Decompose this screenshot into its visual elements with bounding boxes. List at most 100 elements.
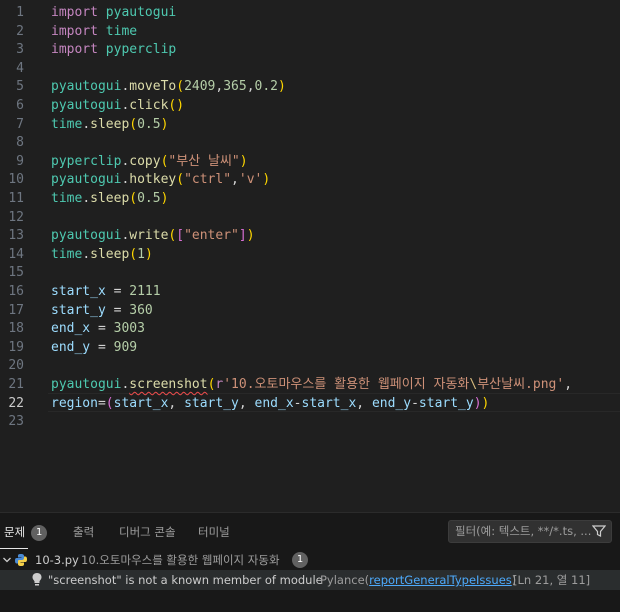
code-token: start_x <box>51 284 106 299</box>
problem-file-count-badge: 1 <box>292 552 308 568</box>
code-line[interactable]: 11 time.sleep(0.5) <box>0 190 620 209</box>
tab-output[interactable]: 출력 <box>73 524 94 540</box>
line-number: 1 <box>16 5 24 20</box>
code-token: [ <box>176 228 185 244</box>
problem-item-row[interactable]: "screenshot" is not a known member of mo… <box>0 570 620 590</box>
code-token: ( <box>129 246 138 262</box>
code-token: - <box>293 395 302 411</box>
code-text[interactable]: pyautogui.write(["enter"]) <box>51 227 255 246</box>
code-token: pyperclip <box>51 153 122 169</box>
problems-filter-input[interactable]: 필터(예: 텍스트, **/*.ts, ... <box>448 520 612 543</box>
code-token: 2409 <box>184 79 216 95</box>
code-line[interactable]: 14 time.sleep(1) <box>0 246 620 265</box>
problems-panel: 문제 1 출력 디버그 콘솔 터미널 필터(예: 텍스트, **/*.ts, ..… <box>0 512 620 612</box>
line-number: 6 <box>16 98 24 113</box>
code-token: end_x <box>254 395 294 411</box>
code-line[interactable]: 19 end_y = 909 <box>0 339 620 358</box>
code-text[interactable]: time.sleep(0.5) <box>51 116 168 135</box>
code-token: . <box>82 246 91 262</box>
code-line[interactable]: 4 <box>0 60 620 79</box>
code-text[interactable]: pyautogui.click() <box>51 97 184 116</box>
code-line[interactable]: 9 pyperclip.copy("부산 날씨") <box>0 153 620 172</box>
code-token: . <box>82 116 91 132</box>
code-line[interactable]: 18 end_x = 3003 <box>0 320 620 339</box>
code-token: 0.5 <box>137 191 161 206</box>
code-text[interactable]: import time <box>51 23 137 42</box>
line-number: 22 <box>8 395 24 411</box>
code-token: - <box>411 395 419 411</box>
code-text[interactable]: start_y = 360 <box>51 302 153 321</box>
code-line[interactable]: 2 import time <box>0 23 620 42</box>
line-number: 7 <box>16 116 24 132</box>
code-text[interactable]: import pyautogui <box>51 4 176 23</box>
code-text[interactable]: pyperclip.copy("부산 날씨") <box>51 153 248 172</box>
code-text[interactable]: pyautogui.moveTo(2409,365,0.2) <box>51 78 286 97</box>
filter-placeholder: 필터(예: 텍스트, **/*.ts, ... <box>455 524 592 538</box>
code-line[interactable]: 8 <box>0 134 620 153</box>
problem-file-row[interactable]: 10-3.py 10.오토마우스를 활용한 웹페이지 자동화 1 <box>0 550 620 570</box>
code-token: , <box>246 79 255 95</box>
code-token: = <box>90 339 114 355</box>
code-text[interactable]: time.sleep(0.5) <box>51 190 168 209</box>
code-token: import <box>51 42 98 58</box>
code-token: , <box>238 395 255 411</box>
code-line[interactable]: 21 pyautogui.screenshot(r'10.오토마우스를 활용한 웹… <box>0 376 620 395</box>
code-line[interactable]: 13 pyautogui.write(["enter"]) <box>0 227 620 246</box>
code-text[interactable]: pyautogui.screenshot(r'10.오토마우스를 활용한 웹페이… <box>51 376 572 395</box>
lightbulb-icon[interactable] <box>31 572 43 594</box>
code-token: ( <box>129 116 138 132</box>
line-number: 10 <box>8 172 24 188</box>
code-token: "부산 날씨" <box>168 153 240 169</box>
line-number: 19 <box>8 339 24 355</box>
code-text[interactable]: end_x = 3003 <box>51 320 145 339</box>
code-token: 'v' <box>238 172 263 188</box>
code-line[interactable]: 22 region=(start_x, start_y, end_x-start_… <box>0 395 620 414</box>
code-token: 365 <box>223 79 247 95</box>
code-text[interactable]: start_x = 2111 <box>51 283 161 302</box>
code-token: "ctrl" <box>184 172 232 188</box>
code-line[interactable]: 16 start_x = 2111 <box>0 283 620 302</box>
line-number: 17 <box>8 302 24 318</box>
tab-problems-label: 문제 <box>4 525 26 539</box>
code-token: , <box>168 395 185 411</box>
code-line[interactable]: 5 pyautogui.moveTo(2409,365,0.2) <box>0 78 620 97</box>
tab-terminal[interactable]: 터미널 <box>198 524 230 540</box>
code-token: end_y <box>51 339 91 355</box>
code-token: import <box>51 5 98 20</box>
code-token: ( <box>129 191 138 206</box>
active-tab-indicator <box>0 548 28 549</box>
code-token: write <box>129 228 169 244</box>
code-line[interactable]: 10 pyautogui.hotkey("ctrl",'v') <box>0 171 620 190</box>
code-text[interactable]: end_y = 909 <box>51 339 137 358</box>
code-token: , <box>564 377 573 392</box>
tab-problems[interactable]: 문제 1 <box>4 524 48 541</box>
code-line[interactable]: 7 time.sleep(0.5) <box>0 116 620 135</box>
code-line[interactable]: 6 pyautogui.click() <box>0 97 620 116</box>
code-editor[interactable]: 1 import pyautogui 2 import time 3 import pyp… <box>0 0 620 512</box>
code-token: pyperclip <box>105 42 177 58</box>
code-line[interactable]: 1 import pyautogui <box>0 4 620 23</box>
code-line[interactable]: 23 <box>0 413 620 432</box>
problem-source-group: Pylance(reportGeneralTypeIssues) <box>320 570 516 590</box>
code-line[interactable]: 20 <box>0 357 620 376</box>
filter-icon[interactable] <box>591 524 607 542</box>
code-text[interactable]: pyautogui.hotkey("ctrl",'v') <box>51 171 270 190</box>
code-text[interactable]: time.sleep(1) <box>51 246 153 265</box>
code-text[interactable]: region=(start_x, start_y, end_x-start_x,… <box>51 395 489 414</box>
code-token: pyautogui <box>51 79 122 95</box>
code-token: ) <box>246 228 255 244</box>
code-token: ( <box>176 172 185 188</box>
code-text[interactable]: import pyperclip <box>51 41 176 60</box>
code-line[interactable]: 3 import pyperclip <box>0 41 620 60</box>
code-token: start_y <box>51 302 106 318</box>
code-token: import <box>51 23 98 39</box>
code-token: 부산날씨.png' <box>477 377 565 392</box>
tab-debug-console[interactable]: 디버그 콘솔 <box>119 524 176 540</box>
problem-rule-link[interactable]: reportGeneralTypeIssues <box>369 573 512 587</box>
code-line[interactable]: 15 <box>0 264 620 283</box>
code-token: hotkey <box>129 172 177 188</box>
code-line[interactable]: 17 start_y = 360 <box>0 302 620 321</box>
code-line[interactable]: 12 <box>0 209 620 228</box>
